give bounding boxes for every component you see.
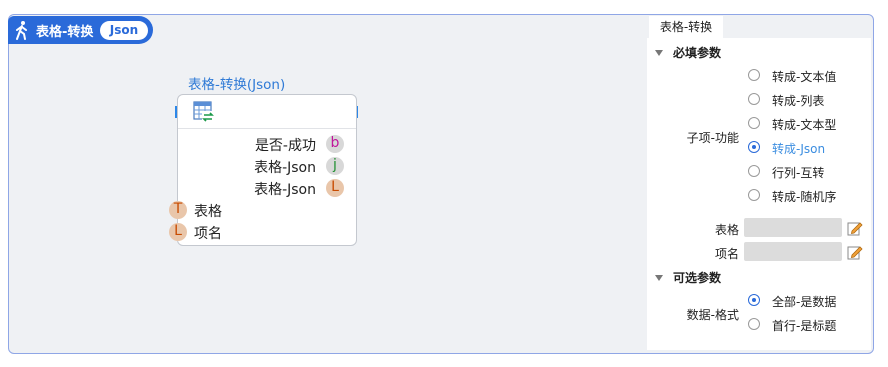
collapse-triangle-icon: [655, 49, 663, 56]
radio-circle: [748, 117, 760, 129]
edit-icon[interactable]: [847, 220, 863, 236]
radio-circle: [748, 165, 760, 177]
radio-circle: [748, 189, 760, 201]
list-type-badge[interactable]: L: [326, 179, 344, 197]
sub-function-label: 子项-功能: [686, 131, 739, 145]
radio-label: 行列-互转: [772, 166, 825, 180]
radio-circle: [748, 141, 760, 153]
panel-tabbar: 表格-转换: [647, 16, 871, 38]
output-table-json-list: 表格-Json L: [178, 179, 356, 199]
output-label: 是否-成功: [254, 138, 316, 154]
json-tag[interactable]: Json: [100, 21, 148, 40]
json-type-badge[interactable]: j: [326, 157, 344, 175]
table-field-label: 表格: [714, 223, 739, 237]
walking-person-icon: [16, 21, 27, 40]
section-title: 可选参数: [673, 271, 722, 285]
radio-label: 首行-是标题: [772, 319, 837, 333]
radio-label: 转成-文本值: [772, 70, 837, 84]
edit-icon[interactable]: [847, 244, 863, 260]
table-convert-icon: [193, 101, 214, 122]
properties-panel: 表格-转换 必填参数 子项-功能 转成-文本值 转成-列表 转成-文本型 转成-…: [647, 16, 871, 350]
optional-params-header[interactable]: 可选参数: [655, 269, 721, 286]
boolean-type-badge[interactable]: b: [326, 135, 344, 153]
radio-label: 转成-随机序: [772, 190, 837, 204]
section-title: 必填参数: [673, 46, 722, 60]
radio-circle: [748, 294, 760, 306]
node-header: [178, 95, 356, 129]
input-table-label: 表格: [194, 204, 222, 220]
input-item-label: 项名: [194, 226, 222, 242]
data-format-label: 数据-格式: [686, 308, 739, 322]
required-params-header[interactable]: 必填参数: [655, 44, 721, 61]
flow-title: 表格-转换: [36, 25, 94, 40]
radio-label: 全部-是数据: [772, 295, 837, 309]
node-title: 表格-转换(Json): [188, 77, 286, 93]
output-label: 表格-Json: [254, 182, 316, 198]
radio-circle: [748, 318, 760, 330]
flow-title-bar[interactable]: 表格-转换 Json: [8, 16, 153, 44]
item-name-field-label: 项名: [714, 247, 739, 261]
output-label: 表格-Json: [254, 160, 316, 176]
table-field[interactable]: [744, 218, 842, 237]
item-name-field[interactable]: [744, 242, 842, 261]
output-success: 是否-成功 b: [178, 135, 356, 155]
radio-label: 转成-列表: [772, 94, 825, 108]
output-table-json: 表格-Json j: [178, 157, 356, 177]
radio-label: 转成-文本型: [772, 118, 837, 132]
radio-circle: [748, 69, 760, 81]
text-type-badge[interactable]: T: [169, 201, 187, 219]
radio-label: 转成-Json: [772, 142, 826, 156]
tab-table-convert[interactable]: 表格-转换: [649, 16, 723, 38]
list-type-badge[interactable]: L: [169, 223, 187, 241]
collapse-triangle-icon: [655, 274, 663, 281]
radio-circle: [748, 93, 760, 105]
